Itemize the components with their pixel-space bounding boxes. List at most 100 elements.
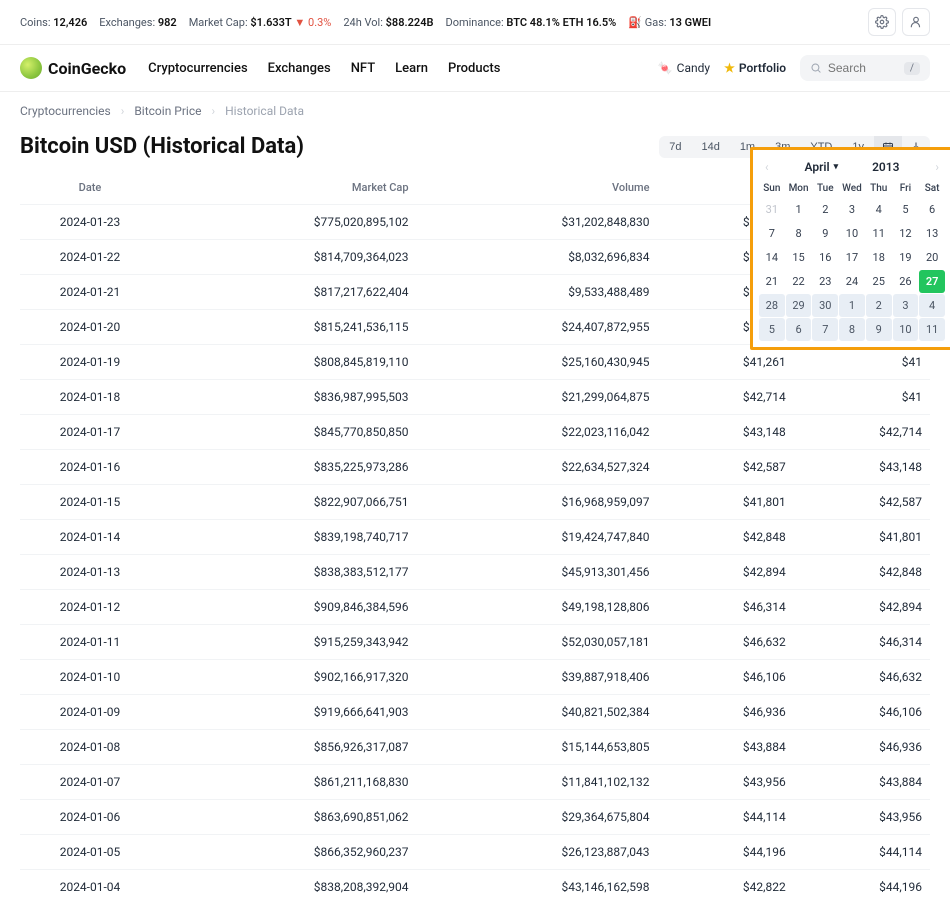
day-2[interactable]: 2 [866, 294, 892, 317]
day-7[interactable]: 7 [759, 222, 785, 245]
mcap-label: Market Cap: [189, 16, 248, 29]
breadcrumb-cryptocurrencies[interactable]: Cryptocurrencies [20, 104, 111, 118]
search-input[interactable] [828, 61, 898, 75]
cell-date: 2024-01-06 [20, 800, 160, 835]
day-3[interactable]: 3 [893, 294, 919, 317]
dow-tue: Tue [812, 180, 838, 197]
cell-mcap: $817,217,622,404 [160, 275, 417, 310]
day-25[interactable]: 25 [866, 270, 892, 293]
day-9[interactable]: 9 [866, 318, 892, 341]
day-6[interactable]: 6 [786, 318, 812, 341]
day-8[interactable]: 8 [839, 318, 865, 341]
cell-open: $42,848 [657, 520, 793, 555]
nav-link-nft[interactable]: NFT [351, 61, 375, 76]
cell-date: 2024-01-19 [20, 345, 160, 380]
cell-vol: $15,144,653,805 [417, 730, 658, 765]
logo[interactable]: CoinGecko [20, 57, 126, 79]
candy-link[interactable]: 🍬Candy [658, 61, 710, 75]
day-2[interactable]: 2 [812, 198, 838, 221]
next-month-button[interactable]: › [933, 160, 941, 174]
cell-date: 2024-01-16 [20, 450, 160, 485]
cell-vol: $21,299,064,875 [417, 380, 658, 415]
range-7d[interactable]: 7d [659, 136, 691, 158]
day-18[interactable]: 18 [866, 246, 892, 269]
day-12[interactable]: 12 [893, 222, 919, 245]
day-17[interactable]: 17 [839, 246, 865, 269]
gas-value: 13 GWEI [669, 16, 711, 29]
day-29[interactable]: 29 [786, 294, 812, 317]
range-14d[interactable]: 14d [691, 136, 729, 158]
day-28[interactable]: 28 [759, 294, 785, 317]
cell-close: $43,148 [794, 450, 930, 485]
day-10[interactable]: 10 [893, 318, 919, 341]
settings-button[interactable] [868, 8, 896, 36]
day-4[interactable]: 4 [919, 294, 945, 317]
day-20[interactable]: 20 [919, 246, 945, 269]
nav-link-exchanges[interactable]: Exchanges [268, 61, 331, 76]
day-8[interactable]: 8 [786, 222, 812, 245]
nav-link-cryptocurrencies[interactable]: Cryptocurrencies [148, 61, 247, 76]
day-14[interactable]: 14 [759, 246, 785, 269]
cell-date: 2024-01-08 [20, 730, 160, 765]
cell-open: $43,148 [657, 415, 793, 450]
chevron-right-icon: › [121, 104, 125, 118]
month-selector[interactable]: April ▾ [804, 160, 838, 174]
cell-date: 2024-01-23 [20, 205, 160, 240]
breadcrumb-bitcoin-price[interactable]: Bitcoin Price [134, 104, 201, 118]
day-9[interactable]: 9 [812, 222, 838, 245]
cell-mcap: $909,846,384,596 [160, 590, 417, 625]
day-24[interactable]: 24 [839, 270, 865, 293]
day-5[interactable]: 5 [759, 318, 785, 341]
day-11[interactable]: 11 [919, 318, 945, 341]
day-1[interactable]: 1 [839, 294, 865, 317]
day-10[interactable]: 10 [839, 222, 865, 245]
vol-label: 24h Vol: [343, 16, 383, 29]
day-26[interactable]: 26 [893, 270, 919, 293]
day-7[interactable]: 7 [812, 318, 838, 341]
day-31[interactable]: 31 [759, 198, 785, 221]
cell-open: $41,801 [657, 485, 793, 520]
table-row: 2024-01-07$861,211,168,830$11,841,102,13… [20, 765, 930, 800]
cell-close: $41,801 [794, 520, 930, 555]
table-row: 2024-01-05$866,352,960,237$26,123,887,04… [20, 835, 930, 870]
day-13[interactable]: 13 [919, 222, 945, 245]
day-30[interactable]: 30 [812, 294, 838, 317]
day-16[interactable]: 16 [812, 246, 838, 269]
cell-mcap: $808,845,819,110 [160, 345, 417, 380]
dominance-label: Dominance: [445, 16, 503, 29]
cell-mcap: $861,211,168,830 [160, 765, 417, 800]
cell-vol: $24,407,872,955 [417, 310, 658, 345]
day-5[interactable]: 5 [893, 198, 919, 221]
day-19[interactable]: 19 [893, 246, 919, 269]
day-22[interactable]: 22 [786, 270, 812, 293]
global-stats-bar: Coins: 12,426 Exchanges: 982 Market Cap:… [0, 0, 950, 45]
gas-label: Gas: [645, 16, 667, 29]
day-1[interactable]: 1 [786, 198, 812, 221]
cell-open: $46,936 [657, 695, 793, 730]
day-11[interactable]: 11 [866, 222, 892, 245]
day-15[interactable]: 15 [786, 246, 812, 269]
cell-close: $46,106 [794, 695, 930, 730]
day-27[interactable]: 27 [919, 270, 945, 293]
col-volume: Volume [417, 171, 658, 205]
prev-month-button[interactable]: ‹ [763, 160, 771, 174]
day-6[interactable]: 6 [919, 198, 945, 221]
year-label[interactable]: 2013 [872, 160, 899, 174]
cell-mcap: $856,926,317,087 [160, 730, 417, 765]
cell-vol: $39,887,918,406 [417, 660, 658, 695]
portfolio-label: Portfolio [739, 61, 786, 75]
day-3[interactable]: 3 [839, 198, 865, 221]
cell-vol: $22,023,116,042 [417, 415, 658, 450]
cell-close: $46,632 [794, 660, 930, 695]
cell-open: $43,884 [657, 730, 793, 765]
day-4[interactable]: 4 [866, 198, 892, 221]
day-21[interactable]: 21 [759, 270, 785, 293]
account-button[interactable] [902, 8, 930, 36]
cell-date: 2024-01-12 [20, 590, 160, 625]
nav-link-products[interactable]: Products [448, 61, 500, 76]
nav-link-learn[interactable]: Learn [395, 61, 428, 76]
search-box[interactable]: / [800, 55, 930, 81]
cell-mcap: $866,352,960,237 [160, 835, 417, 870]
day-23[interactable]: 23 [812, 270, 838, 293]
portfolio-link[interactable]: ★Portfolio [724, 61, 786, 75]
